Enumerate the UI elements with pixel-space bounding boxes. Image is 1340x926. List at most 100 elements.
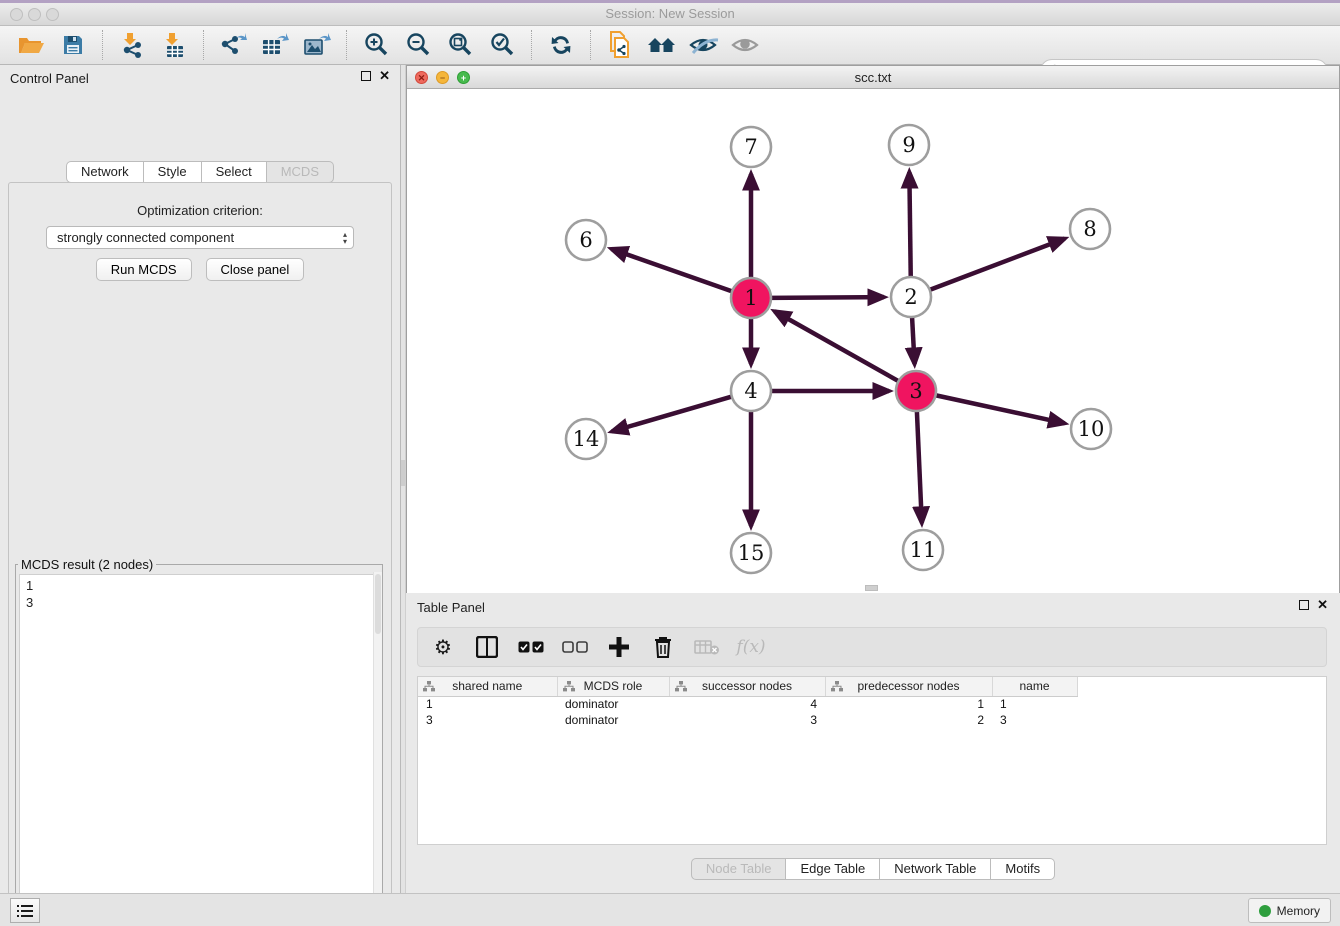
tab-network-table[interactable]: Network Table [880, 858, 991, 880]
network-canvas[interactable]: 7 9 6 8 1 2 4 3 14 10 15 11 [407, 89, 1339, 593]
toolbar-separator [531, 30, 532, 60]
graph-node-label: 2 [904, 285, 917, 309]
zoom-fit-icon[interactable] [443, 30, 477, 60]
window-titlebar: Session: New Session [0, 3, 1340, 26]
graph-edge-1-2[interactable] [771, 297, 884, 298]
clone-network-icon[interactable] [603, 30, 637, 60]
function-builder-icon[interactable]: f(x) [738, 634, 764, 660]
graph-edge-4-14[interactable] [612, 397, 732, 432]
table-row[interactable]: 1 dominator 4 1 1 [418, 696, 1326, 712]
graph-node-6[interactable]: 6 [566, 220, 606, 260]
table-settings-icon[interactable]: ⚙ [430, 634, 456, 660]
export-table-icon[interactable] [258, 30, 292, 60]
task-history-button[interactable] [10, 898, 40, 923]
optimization-criterion-label: Optimization criterion: [9, 203, 391, 218]
graph-edge-2-3[interactable] [912, 317, 915, 364]
save-session-icon[interactable] [56, 30, 90, 60]
float-panel-icon[interactable] [361, 71, 371, 81]
control-panel-title: Control Panel [10, 71, 89, 86]
graph-edge-1-6[interactable] [611, 249, 732, 291]
network-view-window: ✕ − + scc.txt 7 9 6 8 1 2 4 3 14 10 15 11 [406, 65, 1340, 593]
node-table[interactable]: shared name MCDS role successor nodes pr… [417, 676, 1327, 845]
table-panel: Table Panel ✕ ⚙ f(x) [406, 595, 1340, 893]
splitter-grip[interactable] [401, 460, 405, 486]
column-header-mcds-role[interactable]: MCDS role [557, 677, 669, 696]
column-header-shared-name[interactable]: shared name [418, 677, 557, 696]
delete-column-icon[interactable] [650, 634, 676, 660]
result-scrollbar[interactable] [373, 572, 382, 926]
export-image-icon[interactable] [300, 30, 334, 60]
graph-edge-2-9[interactable] [909, 172, 910, 277]
zoom-out-icon[interactable] [401, 30, 435, 60]
import-table-icon[interactable] [157, 30, 191, 60]
table-row[interactable]: 3 dominator 3 2 3 [418, 712, 1326, 728]
graph-node-4[interactable]: 4 [731, 371, 771, 411]
tab-network[interactable]: Network [66, 161, 144, 183]
zoom-selected-icon[interactable] [485, 30, 519, 60]
optimization-criterion-select[interactable]: strongly connected component ▴▾ [46, 226, 354, 249]
delete-table-icon[interactable] [694, 634, 720, 660]
first-neighbors-icon[interactable] [645, 30, 679, 60]
graph-node-7[interactable]: 7 [731, 127, 771, 167]
mcds-result-text[interactable]: 1 3 [19, 574, 379, 926]
memory-button[interactable]: Memory [1248, 898, 1331, 923]
export-network-icon[interactable] [216, 30, 250, 60]
graph-node-15[interactable]: 15 [731, 533, 771, 573]
tab-mcds[interactable]: MCDS [267, 161, 334, 183]
mcds-result-legend: MCDS result (2 nodes) [18, 557, 156, 572]
hide-selected-icon[interactable] [687, 30, 721, 60]
header-filler [1077, 677, 1326, 696]
graph-edge-3-10[interactable] [936, 395, 1065, 423]
mcds-result-group: MCDS result (2 nodes) 1 3 [15, 557, 383, 926]
graph-node-label: 10 [1078, 417, 1105, 441]
graph-node-10[interactable]: 10 [1071, 409, 1111, 449]
graph-node-9[interactable]: 9 [889, 125, 929, 165]
tab-select[interactable]: Select [202, 161, 267, 183]
run-mcds-button[interactable]: Run MCDS [96, 258, 192, 281]
graph-node-label: 14 [573, 427, 600, 451]
close-table-panel-icon[interactable]: ✕ [1317, 600, 1328, 610]
graph-node-label: 11 [910, 538, 937, 562]
add-column-icon[interactable] [606, 634, 632, 660]
graph-node-label: 15 [738, 541, 765, 565]
close-panel-icon[interactable]: ✕ [379, 71, 390, 81]
zoom-in-icon[interactable] [359, 30, 393, 60]
table-toolbar: ⚙ f(x) [417, 627, 1327, 667]
column-header-name[interactable]: name [992, 677, 1077, 696]
network-resize-grip[interactable] [865, 585, 878, 591]
import-network-icon[interactable] [115, 30, 149, 60]
graph-node-11[interactable]: 11 [903, 530, 943, 570]
network-window-titlebar[interactable]: ✕ − + scc.txt [407, 66, 1339, 89]
mcds-panel: Optimization criterion: strongly connect… [8, 182, 392, 926]
tab-style[interactable]: Style [144, 161, 202, 183]
graph-node-3[interactable]: 3 [896, 371, 936, 411]
tab-motifs[interactable]: Motifs [991, 858, 1055, 880]
close-panel-button[interactable]: Close panel [206, 258, 305, 281]
column-header-successor-nodes[interactable]: successor nodes [669, 677, 825, 696]
application-window: Session: New Session [0, 0, 1340, 926]
float-table-panel-icon[interactable] [1299, 600, 1309, 610]
open-session-icon[interactable] [14, 30, 48, 60]
toolbar-separator [203, 30, 204, 60]
graph-node-14[interactable]: 14 [566, 419, 606, 459]
split-panel-icon[interactable] [474, 634, 500, 660]
memory-status-icon [1259, 905, 1271, 917]
graph-edge-3-11[interactable] [917, 411, 922, 523]
tab-node-table[interactable]: Node Table [691, 858, 787, 880]
graph-edge-2-8[interactable] [930, 239, 1065, 290]
column-header-predecessor-nodes[interactable]: predecessor nodes [825, 677, 992, 696]
show-all-icon[interactable] [729, 30, 763, 60]
select-all-icon[interactable] [518, 634, 544, 660]
tab-edge-table[interactable]: Edge Table [786, 858, 880, 880]
graph-node-8[interactable]: 8 [1070, 209, 1110, 249]
graph-edge-3-1[interactable] [775, 311, 899, 381]
graph-node-label: 6 [579, 228, 592, 252]
graph-node-label: 7 [744, 135, 757, 159]
toolbar-separator [102, 30, 103, 60]
control-panel: Control Panel ✕ Network Style Select MCD… [0, 65, 400, 893]
deselect-all-icon[interactable] [562, 634, 588, 660]
toolbar-separator [346, 30, 347, 60]
graph-node-1[interactable]: 1 [731, 278, 771, 318]
graph-node-2[interactable]: 2 [891, 277, 931, 317]
refresh-icon[interactable] [544, 30, 578, 60]
